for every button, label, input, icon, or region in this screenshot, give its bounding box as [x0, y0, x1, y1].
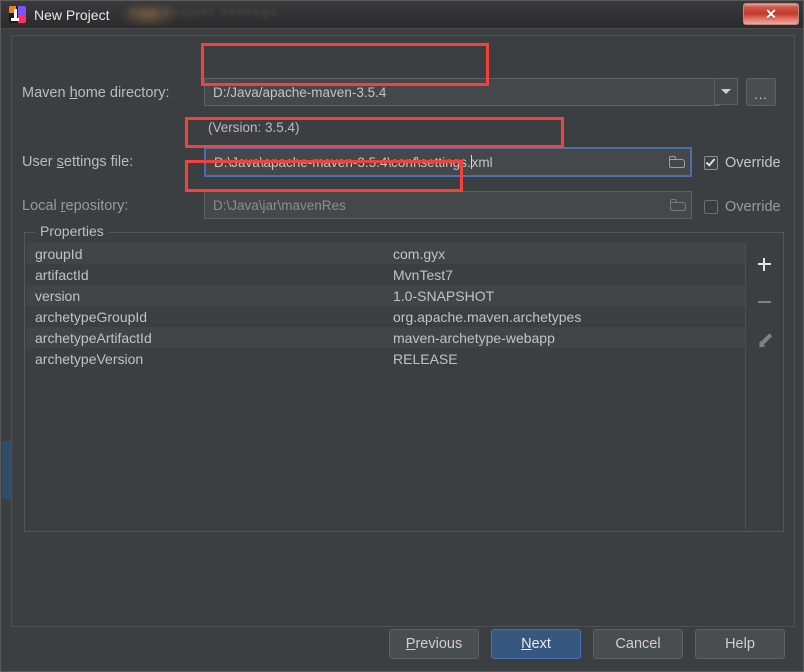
cancel-button[interactable]: Cancel — [593, 629, 683, 659]
dialog-content: Maven home directory: D:/Java/apache-mav… — [1, 29, 803, 671]
properties-body: groupId com.gyx artifactId MvnTest7 vers… — [26, 243, 782, 530]
property-name: version — [35, 287, 81, 304]
property-name: archetypeGroupId — [35, 308, 148, 325]
properties-group-title: Properties — [35, 223, 109, 239]
property-value: org.apache.maven.archetypes — [393, 308, 582, 325]
maven-home-value: D:/Java/apache-maven-3.5.4 — [213, 84, 387, 100]
local-repository-browse-button[interactable] — [665, 193, 691, 217]
maven-home-browse-button[interactable]: ... — [746, 78, 776, 106]
next-button[interactable]: Next — [491, 629, 581, 659]
help-button[interactable]: Help — [695, 629, 785, 659]
folder-icon — [670, 199, 686, 211]
table-row[interactable]: groupId com.gyx — [26, 243, 745, 264]
maven-home-input[interactable]: D:/Java/apache-maven-3.5.4 — [204, 78, 720, 106]
intellij-idea-icon — [9, 6, 26, 23]
property-value: maven-archetype-webapp — [393, 329, 555, 346]
properties-group: Properties groupId com.gyx artifactId Mv… — [24, 223, 784, 532]
user-settings-label: User settings file: — [22, 154, 134, 170]
checkbox-checked-icon — [704, 156, 718, 170]
dialog-button-bar: Previous Next Cancel Help — [1, 629, 804, 659]
table-row[interactable]: artifactId MvnTest7 — [26, 264, 745, 285]
property-name: archetypeVersion — [35, 350, 144, 367]
previous-button[interactable]: Previous — [389, 629, 479, 659]
chevron-down-icon — [721, 89, 731, 94]
property-value: com.gyx — [393, 245, 446, 262]
close-button[interactable]: ✕ — [743, 3, 799, 25]
property-name: artifactId — [35, 266, 89, 283]
maven-home-label: Maven home directory: — [22, 85, 170, 101]
local-repository-override-checkbox[interactable]: Override — [704, 199, 781, 215]
table-row[interactable]: archetypeGroupId org.apache.maven.archet… — [26, 306, 745, 327]
user-settings-value: D:\Java\apache-maven-3.5.4\conf\settings… — [214, 154, 471, 170]
title-bar-artifact-glow — [119, 3, 179, 27]
folder-icon — [669, 156, 685, 168]
property-name: archetypeArtifactId — [35, 329, 152, 346]
properties-toolbar — [746, 243, 782, 530]
title-bar-ghost-text: New Project settings — [129, 5, 279, 19]
local-repository-label: Local repository: — [22, 198, 129, 214]
title-bar: New Project settings New Project ✕ — [1, 1, 803, 29]
local-repository-override-label: Override — [725, 199, 781, 215]
settings-panel: Maven home directory: D:/Java/apache-mav… — [11, 35, 795, 627]
user-settings-browse-button[interactable] — [664, 150, 690, 174]
user-settings-value-tail: xml — [471, 154, 493, 170]
user-settings-override-label: Override — [725, 155, 781, 171]
edit-property-button[interactable] — [753, 329, 775, 351]
window-title: New Project — [34, 6, 110, 23]
user-settings-override-checkbox[interactable]: Override — [704, 155, 781, 171]
property-value: RELEASE — [393, 350, 458, 367]
property-value: MvnTest7 — [393, 266, 453, 283]
table-row[interactable]: archetypeVersion RELEASE — [26, 348, 745, 369]
pencil-icon — [755, 332, 772, 350]
table-row[interactable]: version 1.0-SNAPSHOT — [26, 285, 745, 306]
remove-property-button[interactable] — [753, 291, 775, 313]
local-repository-value: D:\Java\jar\mavenRes — [213, 197, 346, 213]
add-property-button[interactable] — [753, 253, 775, 275]
user-settings-input[interactable]: D:\Java\apache-maven-3.5.4\conf\settings… — [204, 147, 692, 177]
table-row[interactable]: archetypeArtifactId maven-archetype-weba… — [26, 327, 745, 348]
new-project-dialog: New Project settings New Project ✕ Maven… — [0, 0, 804, 672]
maven-version-note: (Version: 3.5.4) — [208, 120, 300, 135]
property-name: groupId — [35, 245, 83, 262]
property-value: 1.0-SNAPSHOT — [393, 287, 495, 304]
checkbox-unchecked-icon — [704, 200, 718, 214]
left-edge-accent — [2, 441, 11, 499]
maven-home-dropdown-button[interactable] — [714, 78, 738, 105]
properties-table[interactable]: groupId com.gyx artifactId MvnTest7 vers… — [26, 243, 746, 530]
plus-icon — [757, 257, 771, 271]
close-icon: ✕ — [765, 6, 777, 22]
minus-icon — [757, 301, 771, 303]
local-repository-input[interactable]: D:\Java\jar\mavenRes — [204, 191, 692, 219]
